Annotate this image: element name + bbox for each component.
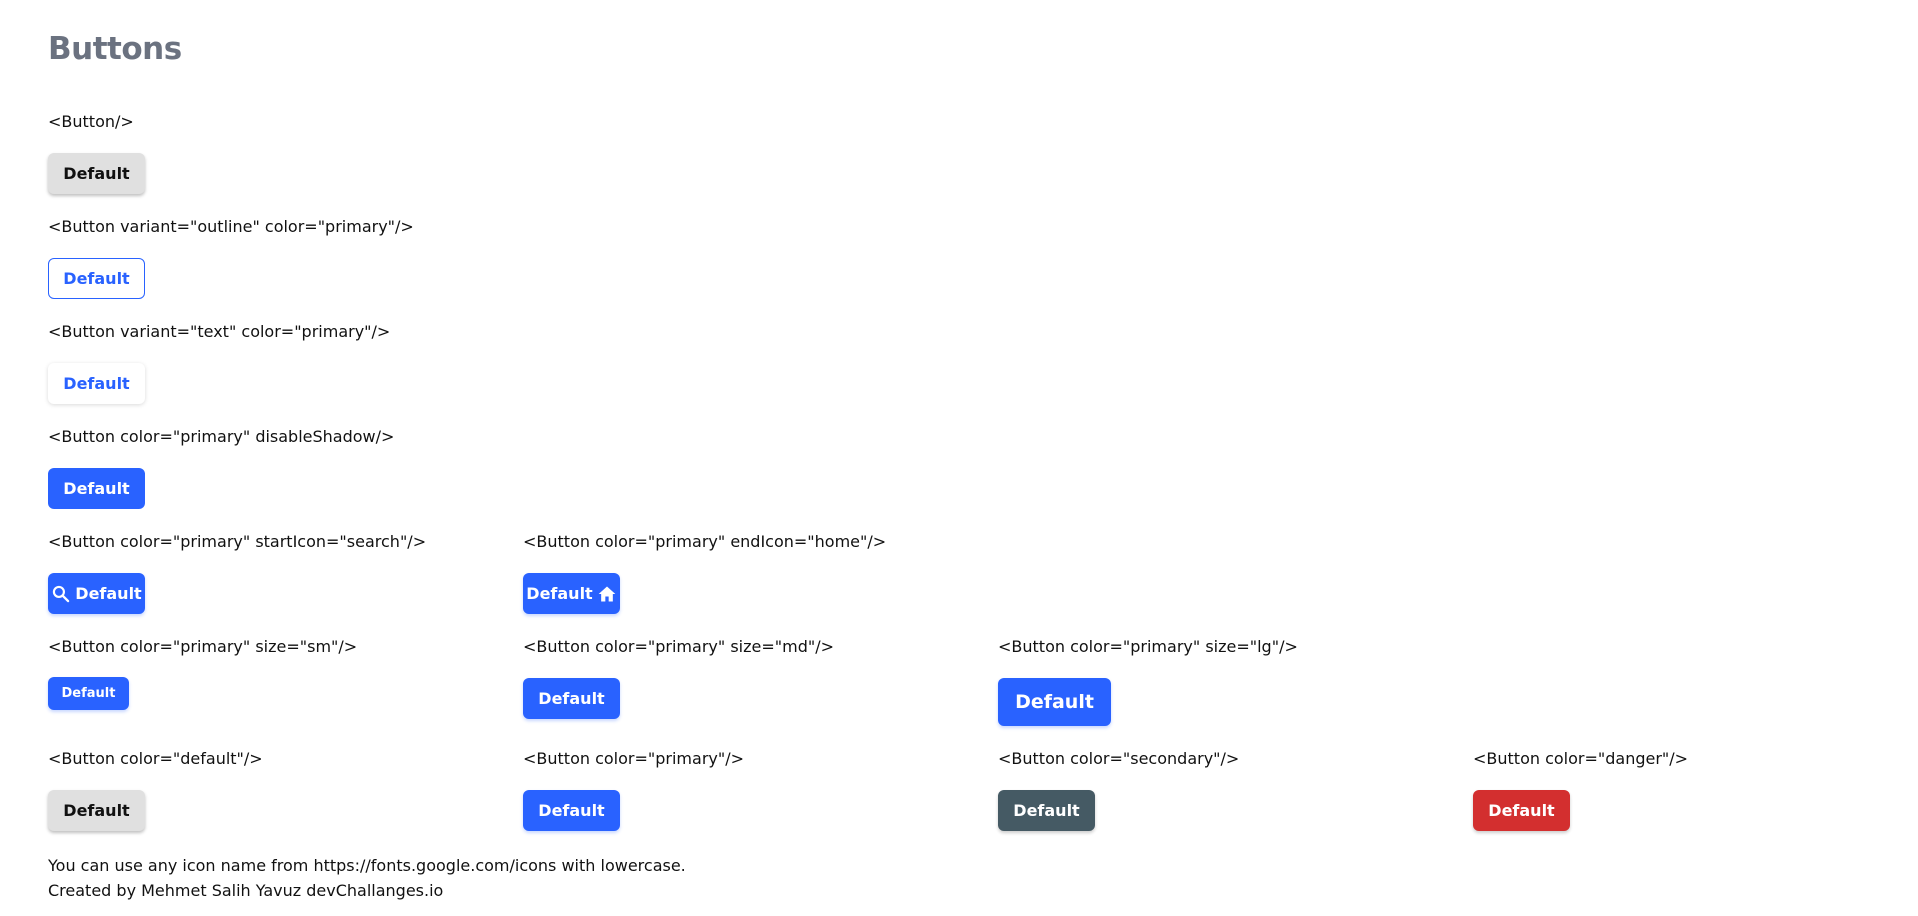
row-disable-shadow: <Button color="primary" disableShadow/> … [48,426,394,509]
code-label: <Button color="primary" endIcon="home"/> [523,532,887,551]
code-label: <Button/> [48,112,134,131]
text-primary-button[interactable]: Default [48,363,145,404]
start-icon-button[interactable]: Default [48,573,145,614]
code-label: <Button color="primary" disableShadow/> [48,427,395,446]
cell-size-md: <Button color="primary" size="md"/> Defa… [523,636,834,719]
code-label: <Button color="danger"/> [1473,749,1689,768]
row-default: <Button/> Default [48,111,145,194]
footer: You can use any icon name from https://f… [48,853,686,903]
code-label: <Button color="primary" size="lg"/> [998,637,1298,656]
outline-primary-button[interactable]: Default [48,258,145,299]
color-default-button[interactable]: Default [48,790,145,831]
cell-end-icon: <Button color="primary" endIcon="home"/>… [523,531,886,614]
row-text: <Button variant="text" color="primary"/>… [48,321,390,404]
cell-color-primary: <Button color="primary"/> Default [523,748,744,831]
small-button[interactable]: Default [48,677,129,710]
code-label: <Button color="primary"/> [523,749,745,768]
button-label: Default [75,584,142,603]
code-label: <Button color="default"/> [48,749,263,768]
cell-color-secondary: <Button color="secondary"/> Default [998,748,1239,831]
large-button[interactable]: Default [998,678,1111,726]
cell-size-lg: <Button color="primary" size="lg"/> Defa… [998,636,1298,726]
cell-size-sm: <Button color="primary" size="sm"/> Defa… [48,636,357,710]
color-primary-button[interactable]: Default [523,790,620,831]
code-label: <Button color="secondary"/> [998,749,1240,768]
primary-no-shadow-button[interactable]: Default [48,468,145,509]
home-icon [597,584,617,604]
code-label: <Button color="primary" startIcon="searc… [48,532,427,551]
end-icon-button[interactable]: Default [523,573,620,614]
search-icon [51,584,71,604]
code-label: <Button variant="text" color="primary"/> [48,322,391,341]
color-secondary-button[interactable]: Default [998,790,1095,831]
code-label: <Button variant="outline" color="primary… [48,217,414,236]
code-label: <Button color="primary" size="sm"/> [48,637,358,656]
page: Buttons <Button/> Default <Button varian… [0,0,1918,916]
cell-start-icon: <Button color="primary" startIcon="searc… [48,531,426,614]
row-outline: <Button variant="outline" color="primary… [48,216,414,299]
cell-color-danger: <Button color="danger"/> Default [1473,748,1688,831]
page-title: Buttons [48,31,182,67]
button-label: Default [526,584,593,603]
default-button[interactable]: Default [48,153,145,194]
color-danger-button[interactable]: Default [1473,790,1570,831]
footer-icon-note: You can use any icon name from https://f… [48,856,686,875]
cell-color-default: <Button color="default"/> Default [48,748,263,831]
code-label: <Button color="primary" size="md"/> [523,637,834,656]
medium-button[interactable]: Default [523,678,620,719]
footer-credit: Created by Mehmet Salih Yavuz devChallan… [48,881,444,900]
